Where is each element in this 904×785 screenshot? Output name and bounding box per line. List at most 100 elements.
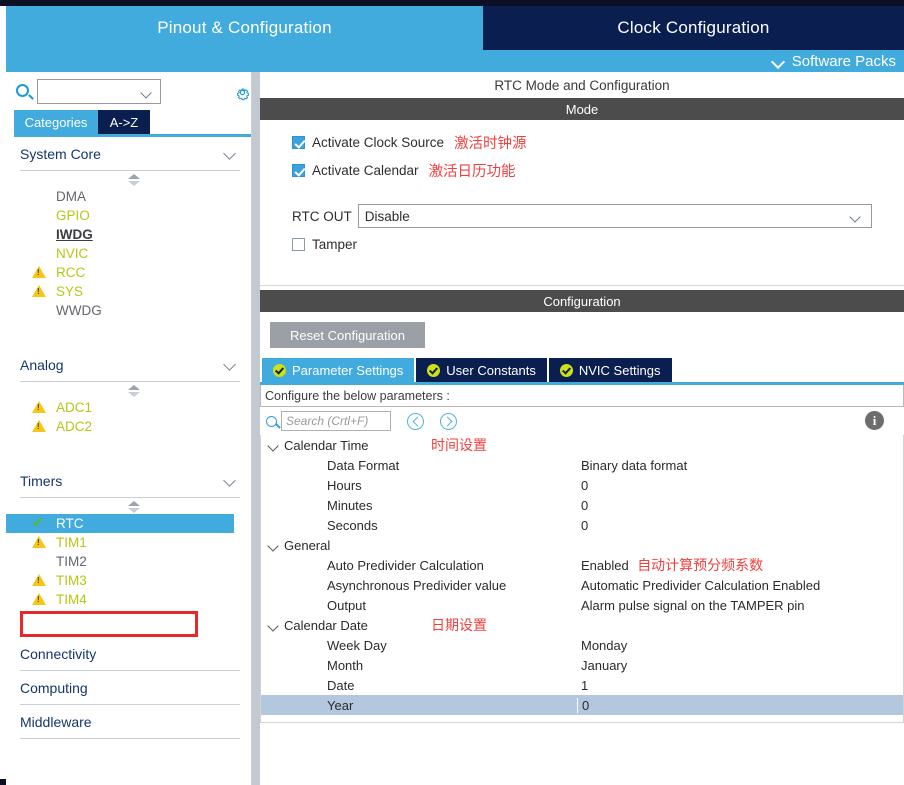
parameter-row[interactable]: Output Alarm pulse signal on the TAMPER p… xyxy=(261,595,903,615)
sidebar-item-adc1[interactable]: ADC1 xyxy=(6,398,251,417)
chevron-down-icon[interactable] xyxy=(267,439,280,452)
sidebar-item-sys[interactable]: SYS xyxy=(6,282,251,301)
sidebar-scroll-spinner[interactable] xyxy=(6,382,251,398)
parameter-row[interactable]: Date 1 xyxy=(261,675,903,695)
tab-user-constants[interactable]: User Constants xyxy=(416,358,547,382)
check-circle-icon xyxy=(559,363,573,377)
sidebar-item-tim1[interactable]: TIM1 xyxy=(6,533,251,552)
parameter-row[interactable]: Minutes 0 xyxy=(261,495,903,515)
rtc-out-label: RTC OUT xyxy=(292,208,352,224)
parameter-value[interactable]: Monday xyxy=(581,638,627,653)
chevron-down-icon xyxy=(142,89,153,96)
sidebar-item-label: RCC xyxy=(56,265,86,280)
activate-clock-source-checkbox[interactable] xyxy=(292,136,305,149)
parameter-row[interactable]: Month January xyxy=(261,655,903,675)
sidebar-item-dma[interactable]: DMA xyxy=(6,187,251,206)
parameter-group-row[interactable]: Calendar Date 日期设置 xyxy=(261,615,903,635)
main-panel: RTC Mode and Configuration Mode Activate… xyxy=(260,72,904,785)
tab-categories[interactable]: Categories xyxy=(14,110,98,134)
parameter-search-input[interactable]: Search (Crtl+F) xyxy=(281,411,391,431)
parameter-value[interactable]: Binary data format xyxy=(581,458,687,473)
sidebar-item-label: ADC1 xyxy=(56,400,93,415)
tab-a-to-z[interactable]: A->Z xyxy=(98,110,150,134)
parameter-row[interactable]: Seconds 0 xyxy=(261,515,903,535)
tab-nvic-settings[interactable]: NVIC Settings xyxy=(548,358,672,382)
sidebar-item-nvic[interactable]: NVIC xyxy=(6,244,251,263)
panel-splitter[interactable] xyxy=(252,72,260,785)
sidebar-item-rtc[interactable]: ✓ RTC xyxy=(6,514,234,533)
warning-icon xyxy=(32,536,46,548)
parameter-name: Month xyxy=(327,657,364,673)
activate-calendar-row[interactable]: Activate Calendar 激活日历功能 xyxy=(292,160,516,181)
parameter-name: Week Day xyxy=(327,637,387,653)
activate-calendar-annotation: 激活日历功能 xyxy=(428,164,516,180)
chevron-down-icon[interactable] xyxy=(267,619,280,632)
parameter-row[interactable]: Auto Predivider Calculation Enabled 自动计算预分… xyxy=(261,555,903,575)
parameter-group-row[interactable]: Calendar Time 时间设置 xyxy=(261,435,903,455)
tab-categories-label: Categories xyxy=(24,114,88,130)
activate-clock-source-row[interactable]: Activate Clock Source 激活时钟源 xyxy=(292,132,527,153)
parameter-value[interactable]: Enabled xyxy=(581,558,629,573)
chevron-down-icon[interactable] xyxy=(267,539,280,552)
sidebar-item-tim4[interactable]: TIM4 xyxy=(6,590,251,609)
parameter-group-row[interactable]: General xyxy=(261,535,903,555)
activate-clock-source-label: Activate Clock Source xyxy=(312,135,445,150)
sidebar-search-row xyxy=(6,78,251,108)
sidebar-item-label: IWDG xyxy=(56,227,93,242)
tab-clock-configuration[interactable]: Clock Configuration xyxy=(483,6,904,50)
parameter-value[interactable]: 0 xyxy=(581,518,588,533)
sidebar-group-label: System Core xyxy=(20,145,101,162)
sidebar-group-system-core[interactable]: System Core xyxy=(20,137,240,171)
sidebar-group-computing[interactable]: Computing xyxy=(20,671,240,705)
parameter-value[interactable]: 1 xyxy=(581,678,588,693)
chevron-left-circle-icon[interactable] xyxy=(407,412,424,430)
sidebar-item-rcc[interactable]: RCC xyxy=(6,263,251,282)
sidebar-item-gpio[interactable]: GPIO xyxy=(6,206,251,225)
sidebar-group-middleware[interactable]: Middleware xyxy=(20,705,240,739)
warning-icon xyxy=(32,420,46,432)
tab-clock-label: Clock Configuration xyxy=(617,18,770,37)
info-icon[interactable]: i xyxy=(865,411,884,430)
mode-section-header: Mode xyxy=(260,98,904,120)
sidebar-group-connectivity[interactable]: Connectivity xyxy=(20,637,240,671)
tab-pinout-configuration[interactable]: Pinout & Configuration xyxy=(6,6,483,50)
reset-configuration-button[interactable]: Reset Configuration xyxy=(270,322,425,348)
sidebar-item-wwdg[interactable]: WWDG xyxy=(6,301,251,320)
sidebar-group-timers[interactable]: Timers xyxy=(20,464,240,498)
gear-icon[interactable] xyxy=(234,84,251,101)
parameter-row[interactable]: Year 0 xyxy=(261,695,903,715)
tamper-row[interactable]: Tamper xyxy=(292,237,357,252)
software-packs-menu[interactable]: Software Packs xyxy=(772,50,896,72)
activate-calendar-checkbox[interactable] xyxy=(292,164,305,177)
parameter-value[interactable]: Automatic Predivider Calculation Enabled xyxy=(581,578,820,593)
parameter-name: Seconds xyxy=(327,517,378,533)
parameter-value[interactable]: 0 xyxy=(581,478,588,493)
sidebar-item-adc2[interactable]: ADC2 xyxy=(6,417,251,436)
parameter-value[interactable]: Alarm pulse signal on the TAMPER pin xyxy=(581,598,805,613)
sidebar-item-tim2[interactable]: TIM2 xyxy=(6,552,251,571)
sidebar-scroll-spinner[interactable] xyxy=(6,171,251,187)
parameter-name: Calendar Date xyxy=(284,617,368,633)
sidebar-item-label: GPIO xyxy=(56,208,90,223)
rtc-out-select[interactable]: Disable xyxy=(357,204,872,228)
parameter-value[interactable]: 0 xyxy=(577,697,589,713)
sidebar-item-iwdg[interactable]: IWDG xyxy=(6,225,251,244)
sidebar-search-combo[interactable] xyxy=(37,79,161,104)
sidebar-item-label: DMA xyxy=(56,189,86,204)
rtc-out-row: RTC OUT Disable xyxy=(292,204,872,228)
parameter-row[interactable]: Data Format Binary data format xyxy=(261,455,903,475)
parameter-value[interactable]: January xyxy=(581,658,627,673)
parameter-row[interactable]: Hours 0 xyxy=(261,475,903,495)
sidebar-item-tim3[interactable]: TIM3 xyxy=(6,571,251,590)
check-circle-icon xyxy=(427,363,441,377)
parameter-name: Year xyxy=(327,697,354,713)
sidebar-group-analog[interactable]: Analog xyxy=(20,348,240,382)
chevron-right-circle-icon[interactable] xyxy=(440,412,457,430)
tamper-checkbox[interactable] xyxy=(292,238,305,251)
sidebar-group-label: Timers xyxy=(20,472,63,489)
parameter-value[interactable]: 0 xyxy=(581,498,588,513)
sidebar-scroll-spinner[interactable] xyxy=(6,498,251,514)
parameter-row[interactable]: Asynchronous Predivider value Automatic P… xyxy=(261,575,903,595)
tab-parameter-settings[interactable]: Parameter Settings xyxy=(262,358,415,382)
parameter-row[interactable]: Week Day Monday xyxy=(261,635,903,655)
